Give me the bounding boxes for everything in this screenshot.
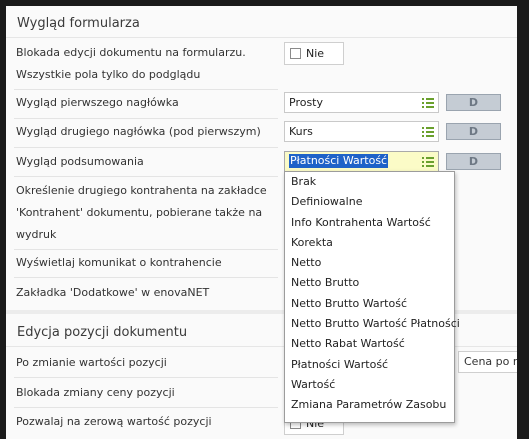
summary-select[interactable]: Płatności Wartość xyxy=(284,151,439,172)
summary-label: Wygląd podsumowania xyxy=(16,155,144,168)
summary-value[interactable]: Płatności Wartość xyxy=(289,154,389,168)
header1-value: Prosty xyxy=(289,96,324,109)
lock-edit-checkbox[interactable]: Nie xyxy=(284,42,344,65)
dropdown-option[interactable]: Płatności Wartość xyxy=(285,355,454,375)
contractor2-label-line2: 'Kontrahent' dokumentu, pobierane także … xyxy=(16,206,263,219)
dropdown-option[interactable]: Zmiana Parametrów Zasobu xyxy=(285,395,454,415)
header1-select[interactable]: Prosty xyxy=(284,92,439,113)
enovanet-tab-label: Zakładka 'Dodatkowe' w enovaNET xyxy=(16,286,210,299)
header2-d-button[interactable]: D xyxy=(446,123,501,140)
lock-edit-label-line2: Wszystkie pola tylko do podglądu xyxy=(16,68,201,81)
message-label: Wyświetlaj komunikat o kontrahencie xyxy=(16,256,222,269)
dropdown-option[interactable]: Netto Brutto Wartość xyxy=(285,294,454,314)
dropdown-option[interactable]: Netto Brutto xyxy=(285,273,454,293)
dropdown-option[interactable]: Definiowalne xyxy=(285,192,454,212)
row-divider xyxy=(14,147,278,148)
dropdown-option[interactable]: Netto Rabat Wartość xyxy=(285,334,454,354)
row-divider xyxy=(14,277,278,278)
row-divider xyxy=(14,176,278,177)
lock-edit-label-line1: Blokada edycji dokumentu na formularzu. xyxy=(16,46,246,59)
row-divider xyxy=(14,89,278,90)
checkbox-box[interactable] xyxy=(290,48,301,59)
dropdown-option[interactable]: Netto Brutto Wartość Płatności xyxy=(285,314,460,334)
dropdown-option[interactable]: Netto xyxy=(285,253,454,273)
section-divider xyxy=(6,37,517,38)
list-icon[interactable] xyxy=(422,157,434,167)
section-title-item-edit: Edycja pozycji dokumentu xyxy=(17,325,188,340)
list-icon[interactable] xyxy=(422,98,434,108)
row-divider xyxy=(14,249,278,250)
dropdown-option[interactable]: Brak xyxy=(285,172,454,192)
header1-d-button[interactable]: D xyxy=(446,94,501,111)
row-divider xyxy=(14,377,278,378)
header2-value: Kurs xyxy=(289,125,313,138)
dropdown-option[interactable]: Info Kontrahenta Wartość xyxy=(285,213,454,233)
price-lock-label: Blokada zmiany ceny pozycji xyxy=(16,386,175,399)
contractor2-label-line1: Określenie drugiego kontrahenta na zakła… xyxy=(16,184,267,197)
header2-label: Wygląd drugiego nagłówka (pod pierwszym) xyxy=(16,125,261,138)
change-value-value: Cena po ra xyxy=(464,355,517,368)
row-divider xyxy=(14,407,278,408)
dropdown-option[interactable]: Wartość xyxy=(285,375,454,395)
section-title-form-look: Wygląd formularza xyxy=(17,16,140,31)
list-icon[interactable] xyxy=(422,127,434,137)
contractor2-label-line3: wydruk xyxy=(16,228,57,241)
checkbox-value: Nie xyxy=(306,47,325,60)
zero-value-label: Pozwalaj na zerową wartość pozycji xyxy=(16,415,212,428)
dropdown-option[interactable]: Korekta xyxy=(285,233,454,253)
change-value-label: Po zmianie wartości pozycji xyxy=(16,356,167,369)
summary-dropdown-list[interactable]: Brak Definiowalne Info Kontrahenta Warto… xyxy=(284,171,460,423)
header1-label: Wygląd pierwszego nagłówka xyxy=(16,96,179,109)
settings-panel: Wygląd formularza Blokada edycji dokumen… xyxy=(6,6,517,439)
row-divider xyxy=(14,118,278,119)
header2-select[interactable]: Kurs xyxy=(284,121,439,142)
summary-d-button[interactable]: D xyxy=(446,153,501,170)
